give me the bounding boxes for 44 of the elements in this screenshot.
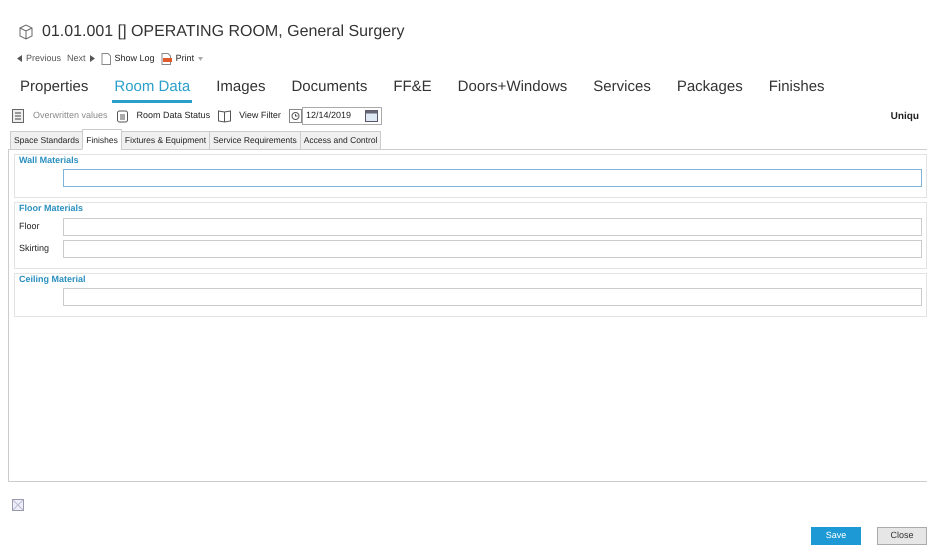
toolbar-button[interactable]: View Filter [239, 109, 281, 123]
tab[interactable]: Documents [289, 76, 370, 103]
left-arrow-icon [17, 55, 22, 62]
right-arrow-icon [90, 55, 95, 62]
clock-icon [288, 109, 302, 123]
section-title: Ceiling Material [19, 272, 87, 286]
tab[interactable]: Access and Control [300, 131, 382, 150]
document-icon [100, 52, 111, 65]
book-icon [218, 109, 232, 123]
field-label: Floor [18, 220, 41, 233]
clipboard-icon [116, 109, 129, 123]
nav-print-button[interactable]: Print [158, 52, 206, 66]
tab[interactable]: Finishes [766, 76, 827, 103]
calendar-icon [364, 110, 378, 122]
input-field[interactable] [63, 169, 922, 188]
input-field[interactable] [63, 288, 922, 306]
tab[interactable]: Properties [18, 76, 90, 103]
close-button[interactable]: Close [877, 526, 927, 545]
list-icon [12, 109, 25, 123]
nav-next-button[interactable]: Next [64, 52, 98, 66]
image-icon [12, 499, 24, 512]
tab[interactable]: FF&E [391, 76, 434, 103]
section-title: Wall Materials [19, 154, 80, 167]
column-heading: Uniqu [890, 110, 919, 124]
tab[interactable]: Images [214, 76, 268, 103]
date-field[interactable]: 12/14/2019 [302, 107, 382, 125]
tab[interactable]: Space Standards [10, 131, 84, 150]
caret-icon [198, 56, 204, 61]
input-field[interactable] [63, 240, 922, 258]
nav-previous-button[interactable]: Previous [14, 52, 64, 66]
toolbar-button[interactable]: Room Data Status [136, 109, 210, 123]
window-title: 01.01.001 [] OPERATING ROOM, General Surgery [42, 22, 405, 42]
field-label: Skirting [18, 242, 50, 255]
section-title: Floor Materials [19, 202, 84, 216]
tab[interactable]: Finishes [82, 129, 122, 150]
tab[interactable]: Service Requirements [209, 131, 301, 150]
printer-icon [160, 52, 172, 65]
tab[interactable]: Doors+Windows [456, 76, 570, 103]
cube-icon [18, 24, 34, 40]
input-field[interactable] [63, 218, 922, 236]
tab[interactable]: Services [591, 76, 653, 103]
nav-show-log-button[interactable]: Show Log [98, 52, 158, 66]
tab[interactable]: Packages [674, 76, 745, 103]
tab[interactable]: Fixtures & Equipment [120, 131, 210, 150]
